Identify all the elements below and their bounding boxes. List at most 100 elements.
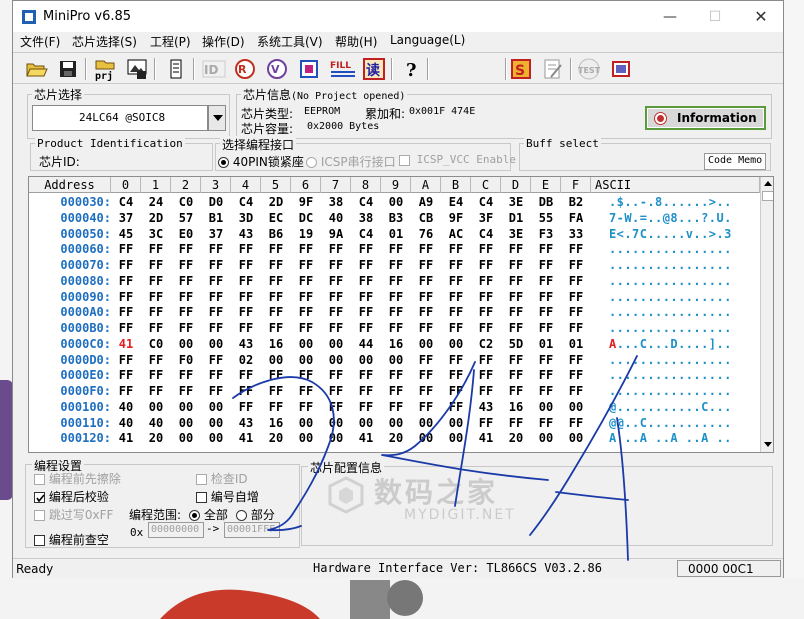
hex-byte[interactable]: FF <box>441 258 471 272</box>
hex-byte[interactable]: FF <box>351 305 381 319</box>
hex-byte[interactable]: FF <box>531 368 561 382</box>
hex-byte[interactable]: 00 <box>321 416 351 430</box>
hex-byte[interactable]: 00 <box>381 416 411 430</box>
hex-byte[interactable]: FF <box>561 368 591 382</box>
hex-byte[interactable]: FF <box>531 305 561 319</box>
hex-byte[interactable]: C2 <box>471 337 501 351</box>
hex-byte[interactable]: C4 <box>351 227 381 241</box>
hex-editor[interactable]: Address 0 1 2 3 4 5 6 7 8 9 A B C D E F … <box>28 176 774 453</box>
logic-test-icon[interactable] <box>609 57 633 81</box>
hex-byte[interactable]: FF <box>411 353 441 367</box>
hex-byte[interactable]: FF <box>471 384 501 398</box>
menu-system-tools[interactable]: 系统工具(V) <box>257 33 323 50</box>
hex-byte[interactable]: FF <box>411 258 441 272</box>
hex-byte[interactable]: FF <box>381 290 411 304</box>
range-end-input[interactable]: 00001FFF <box>224 522 280 538</box>
hex-byte[interactable]: 00 <box>201 400 231 414</box>
hex-byte[interactable]: FF <box>351 384 381 398</box>
hex-byte[interactable]: FF <box>291 242 321 256</box>
hex-byte[interactable]: FF <box>261 400 291 414</box>
hex-byte[interactable]: 01 <box>381 227 411 241</box>
information-button[interactable]: Information <box>645 106 766 130</box>
hex-byte[interactable]: FF <box>411 384 441 398</box>
hex-byte[interactable]: FF <box>261 242 291 256</box>
hex-byte[interactable]: FF <box>381 400 411 414</box>
hex-byte[interactable]: 20 <box>141 431 171 445</box>
hex-byte[interactable]: 3E <box>501 195 531 209</box>
hex-byte[interactable]: FF <box>291 321 321 335</box>
menu-chip-select[interactable]: 芯片选择(S) <box>72 33 137 50</box>
hex-byte[interactable]: 02 <box>231 353 261 367</box>
hex-byte[interactable]: 37 <box>111 211 141 225</box>
hex-byte[interactable]: FF <box>291 384 321 398</box>
hex-byte[interactable]: 00 <box>381 195 411 209</box>
hex-byte[interactable]: C4 <box>231 195 261 209</box>
hex-byte[interactable]: FF <box>501 368 531 382</box>
hex-byte[interactable]: FF <box>441 368 471 382</box>
hex-byte[interactable]: 19 <box>291 227 321 241</box>
hex-byte[interactable]: 43 <box>231 227 261 241</box>
hex-byte[interactable]: FF <box>471 321 501 335</box>
hex-byte[interactable]: 9A <box>321 227 351 241</box>
hex-byte[interactable]: FF <box>381 274 411 288</box>
hex-byte[interactable]: 00 <box>561 400 591 414</box>
chip-test-icon[interactable]: S <box>509 57 533 81</box>
hex-byte[interactable]: FF <box>561 416 591 430</box>
project-icon[interactable]: prj <box>93 57 117 81</box>
auto-increment-checkbox[interactable]: 编号自增 <box>196 488 259 505</box>
hex-byte[interactable]: FF <box>411 321 441 335</box>
hex-byte[interactable]: FF <box>231 384 261 398</box>
hex-byte[interactable]: FF <box>501 353 531 367</box>
hex-byte[interactable]: 40 <box>321 211 351 225</box>
icsp-vcc-enable-checkbox[interactable]: ICSP_VCC Enable <box>399 153 516 166</box>
hex-byte[interactable]: FF <box>411 368 441 382</box>
hex-byte[interactable]: FF <box>201 384 231 398</box>
hex-byte[interactable]: 00 <box>141 400 171 414</box>
hex-byte[interactable]: FF <box>411 242 441 256</box>
hex-byte[interactable]: FF <box>381 305 411 319</box>
hex-byte[interactable]: FF <box>141 274 171 288</box>
interface-icsp-option[interactable]: ICSP串行接口 <box>306 153 396 170</box>
hex-byte[interactable]: 40 <box>111 416 141 430</box>
blank-check-checkbox[interactable]: 编程前查空 <box>34 531 109 548</box>
hex-byte[interactable]: 00 <box>171 337 201 351</box>
hex-byte[interactable]: C4 <box>471 227 501 241</box>
chip-info-icon[interactable] <box>164 57 188 81</box>
test-icon[interactable]: TEST <box>577 57 601 81</box>
hex-byte[interactable]: 20 <box>501 431 531 445</box>
hex-byte[interactable]: 2D <box>141 211 171 225</box>
hex-byte[interactable]: FF <box>411 305 441 319</box>
hex-byte[interactable]: FF <box>111 258 141 272</box>
hex-byte[interactable]: FA <box>561 211 591 225</box>
hex-byte[interactable]: 00 <box>201 337 231 351</box>
hex-byte[interactable]: FF <box>321 305 351 319</box>
edit-icon[interactable] <box>541 57 565 81</box>
hex-byte[interactable]: FF <box>501 384 531 398</box>
hex-byte[interactable]: FF <box>231 258 261 272</box>
hex-byte[interactable]: 9F <box>441 211 471 225</box>
range-all-radio[interactable]: 全部 <box>189 506 228 523</box>
hex-byte[interactable]: 00 <box>411 431 441 445</box>
hex-byte[interactable]: C0 <box>171 195 201 209</box>
check-id-checkbox[interactable]: 检查ID <box>196 470 248 487</box>
menu-project[interactable]: 工程(P) <box>150 33 191 50</box>
range-part-radio[interactable]: 部分 <box>236 506 275 523</box>
verify-icon[interactable]: V <box>265 57 289 81</box>
hex-byte[interactable]: AC <box>441 227 471 241</box>
hex-byte[interactable]: FF <box>201 290 231 304</box>
hex-byte[interactable]: FF <box>501 274 531 288</box>
interface-40pin-option[interactable]: 40PIN锁紧座 <box>218 153 304 170</box>
hex-byte[interactable]: 5D <box>501 337 531 351</box>
scroll-thumb[interactable] <box>762 191 773 201</box>
hex-byte[interactable]: FF <box>261 321 291 335</box>
save-icon[interactable] <box>56 57 80 81</box>
hex-byte[interactable]: FF <box>561 321 591 335</box>
hex-byte[interactable]: 00 <box>171 431 201 445</box>
hex-byte[interactable]: FF <box>411 290 441 304</box>
hex-byte[interactable]: FF <box>471 305 501 319</box>
maximize-button[interactable]: ☐ <box>693 5 737 29</box>
hex-byte[interactable]: FF <box>321 384 351 398</box>
hex-byte[interactable]: 3E <box>501 227 531 241</box>
hex-byte[interactable]: E4 <box>441 195 471 209</box>
hex-byte[interactable]: FF <box>471 353 501 367</box>
